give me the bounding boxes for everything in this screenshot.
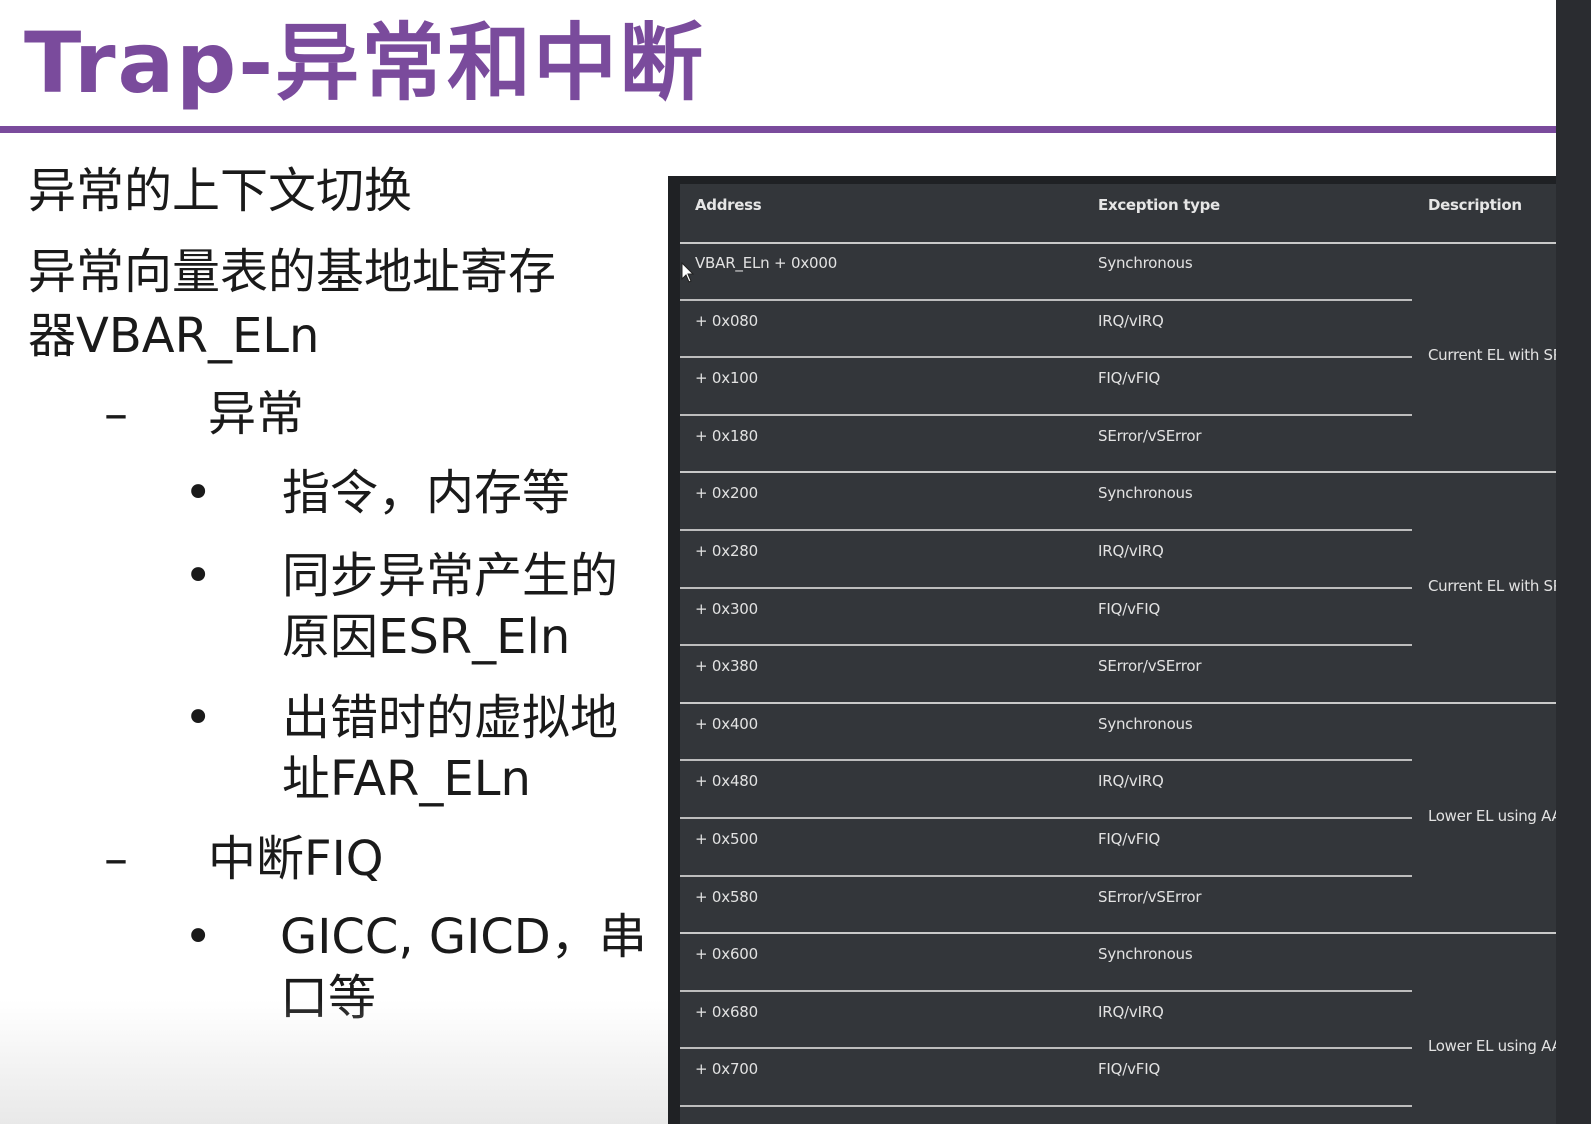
row-divider (680, 356, 1412, 359)
table-cell-exception-type: SError/vSError (1098, 426, 1202, 445)
table-cell-exception-type: Synchronous (1098, 945, 1193, 964)
row-divider (680, 298, 1412, 301)
header-exception-type: Exception type (1098, 196, 1220, 214)
table-cell-address: + 0x500 (695, 830, 758, 848)
table-cell-address: + 0x180 (695, 426, 758, 445)
dot-marker: • (184, 465, 213, 521)
row-divider (680, 932, 1556, 935)
bullet-exception: 异常 (208, 386, 305, 442)
header-divider (680, 242, 1556, 244)
dot-marker: • (184, 909, 213, 965)
table-cell-exception-type: Synchronous (1098, 254, 1193, 272)
table-cell-address: + 0x200 (695, 484, 758, 503)
bullet-esr-line2: 原因ESR_Eln (282, 609, 571, 665)
bullet-far-line1: 出错时的虚拟地 (282, 690, 619, 746)
row-divider (680, 1105, 1412, 1107)
row-divider (680, 989, 1412, 992)
table-cell-address: + 0x280 (695, 542, 758, 560)
table-cell-exception-type: IRQ/vIRQ (1098, 1002, 1164, 1021)
bullet-far-line2: 址FAR_ELn (282, 751, 531, 807)
table-cell-address: + 0x300 (695, 599, 758, 618)
row-divider (680, 701, 1556, 704)
row-divider (680, 759, 1412, 762)
row-divider (680, 413, 1412, 416)
row-divider (680, 471, 1556, 474)
dash-marker: – (104, 831, 128, 887)
table-cell-exception-type: SError/vSError (1098, 887, 1202, 906)
table-cell-address: + 0x480 (695, 772, 758, 791)
table-cell-address: + 0x680 (695, 1002, 758, 1021)
bullet-vbar-line1: 异常向量表的基地址寄存 (28, 244, 557, 300)
dash-marker: – (104, 386, 128, 442)
table-cell-address: VBAR_ELn + 0x000 (695, 254, 838, 272)
row-divider (680, 1047, 1412, 1050)
bullet-instruction-memory: 指令，内存等 (282, 465, 571, 521)
vector-table-panel: Address Exception type Description VBAR_… (668, 176, 1556, 1124)
dot-marker: • (184, 690, 213, 746)
header-address: Address (695, 196, 762, 214)
table-cell-address: + 0x600 (695, 945, 758, 964)
row-divider (680, 874, 1412, 877)
row-divider (680, 529, 1412, 531)
group-description: Current EL with SP (1428, 346, 1556, 365)
table-cell-address: + 0x580 (695, 887, 758, 906)
header-description: Description (1428, 196, 1522, 214)
table-cell-exception-type: FIQ/vFIQ (1098, 369, 1161, 388)
table-cell-address: + 0x700 (695, 1060, 758, 1079)
table-cell-exception-type: IRQ/vIRQ (1098, 772, 1164, 791)
bullet-vbar-line2: 器VBAR_ELn (28, 308, 320, 364)
table-cell-address: + 0x400 (695, 714, 758, 733)
row-divider (680, 586, 1412, 589)
table-cell-address: + 0x380 (695, 657, 758, 676)
bullet-gic-line1: GICC, GICD，串 (280, 909, 647, 965)
group-description: Lower EL using AA (1428, 807, 1556, 825)
table-cell-exception-type: FIQ/vFIQ (1098, 599, 1161, 618)
group-description: Current EL with SP (1428, 576, 1556, 595)
vector-table: Address Exception type Description VBAR_… (680, 184, 1556, 1124)
table-cell-exception-type: Synchronous (1098, 484, 1193, 503)
bullet-interrupt-fiq: 中断FIQ (208, 831, 384, 887)
bullet-esr-line1: 同步异常产生的 (282, 548, 619, 604)
bullet-gic-line2: 口等 (280, 970, 377, 1026)
table-cell-exception-type: Synchronous (1098, 714, 1193, 733)
table-cell-exception-type: IRQ/vIRQ (1098, 311, 1164, 330)
mouse-pointer-icon (681, 262, 695, 283)
table-cell-exception-type: SError/vSError (1098, 657, 1202, 676)
table-cell-address: + 0x080 (695, 311, 758, 330)
window-edge (1556, 0, 1591, 1124)
table-cell-address: + 0x100 (695, 369, 758, 388)
table-cell-exception-type: IRQ/vIRQ (1098, 542, 1164, 560)
row-divider (680, 817, 1412, 819)
dot-marker: • (184, 548, 213, 604)
group-description: Lower EL using AA (1428, 1037, 1556, 1056)
bullet-context-switch: 异常的上下文切换 (28, 163, 413, 219)
table-cell-exception-type: FIQ/vFIQ (1098, 1060, 1161, 1079)
table-cell-exception-type: FIQ/vFIQ (1098, 830, 1161, 848)
bullet-list: 异常的上下文切换 异常向量表的基地址寄存 器VBAR_ELn – 异常 • 指令… (0, 0, 680, 1124)
row-divider (680, 644, 1412, 647)
